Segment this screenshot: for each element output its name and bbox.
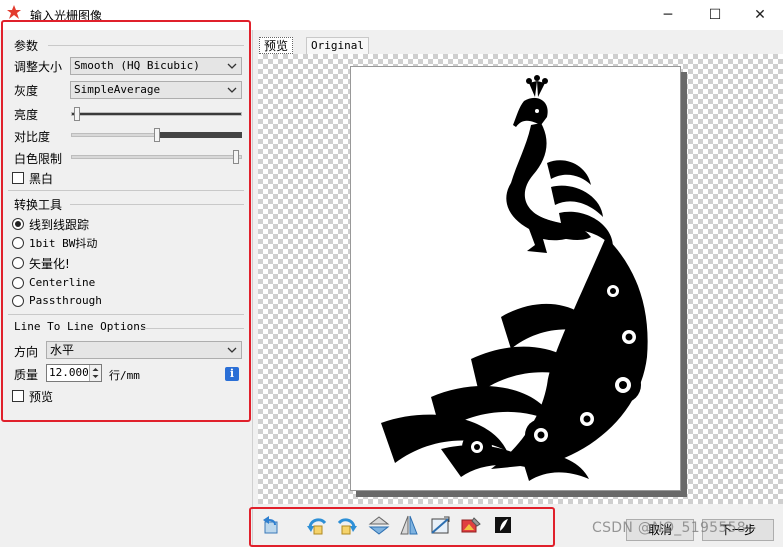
radio-centerline-label: Centerline <box>29 276 96 289</box>
brightness-slider[interactable] <box>71 107 242 121</box>
quality-value: 12.000 <box>49 366 89 379</box>
panel-divider <box>252 30 253 547</box>
title-bar: 输入光栅图像 ─ ☐ ✕ <box>0 0 783 30</box>
params-group-line <box>48 45 244 46</box>
invert-button[interactable] <box>490 512 516 538</box>
preview-label: 预览 <box>29 390 54 404</box>
rotate-left-button[interactable] <box>304 512 330 538</box>
radio-vectorize-label: 矢量化! <box>29 257 70 271</box>
rotate-right-icon <box>337 518 357 535</box>
group-separator <box>8 190 244 191</box>
resize-select-value: Smooth (HQ Bicubic) <box>74 59 200 72</box>
reset-icon <box>263 516 278 534</box>
watermark: CSDN @NO_5195558 <box>592 520 747 536</box>
flip-vertical-icon <box>368 516 390 535</box>
direction-label: 方向 <box>14 345 39 359</box>
rotate-right-button[interactable] <box>334 512 360 538</box>
gray-label: 灰度 <box>14 84 39 98</box>
radio-centerline[interactable] <box>12 277 24 289</box>
stepper-up-down-icon <box>92 368 99 378</box>
gray-select[interactable]: SimpleAverage <box>70 81 242 99</box>
radio-passthrough[interactable] <box>12 295 24 307</box>
peacock-image <box>381 75 648 481</box>
tab-preview[interactable]: 预览 <box>259 37 294 54</box>
chevron-down-icon <box>227 87 237 93</box>
window-title: 输入光栅图像 <box>30 9 103 23</box>
maximize-button[interactable]: ☐ <box>692 0 738 30</box>
white-limit-label: 白色限制 <box>14 152 63 166</box>
quality-stepper[interactable]: 12.000 <box>46 364 102 382</box>
preview-page <box>350 66 681 491</box>
radio-line-to-line-label: 线到线跟踪 <box>29 218 90 232</box>
resize-select[interactable]: Smooth (HQ Bicubic) <box>70 57 242 75</box>
direction-select-value: 水平 <box>50 343 75 357</box>
radio-passthrough-label: Passthrough <box>29 294 102 307</box>
minimize-button[interactable]: ─ <box>645 0 691 30</box>
resize-label: 调整大小 <box>14 60 63 74</box>
quality-unit: 行/mm <box>109 369 140 382</box>
contrast-label: 对比度 <box>14 130 51 144</box>
slider-fill <box>157 132 242 138</box>
contrast-slider[interactable] <box>71 128 242 142</box>
flip-horizontal-icon <box>400 515 418 535</box>
brightness-label: 亮度 <box>14 108 39 122</box>
radio-1bit-dither[interactable] <box>12 237 24 249</box>
stepper-arrows[interactable] <box>89 365 101 381</box>
flip-vertical-button[interactable] <box>366 512 392 538</box>
params-group-title: 参数 <box>14 39 39 53</box>
preview-checkbox[interactable] <box>12 390 24 402</box>
sharpen-icon <box>461 517 481 533</box>
slider-thumb[interactable] <box>233 150 239 164</box>
close-button[interactable]: ✕ <box>737 0 783 30</box>
crop-icon <box>431 516 450 534</box>
slider-thumb[interactable] <box>74 107 80 121</box>
radio-vectorize[interactable] <box>12 257 24 269</box>
chevron-down-icon <box>227 63 237 69</box>
slider-track <box>71 112 242 116</box>
reset-button[interactable] <box>257 512 283 538</box>
radio-line-to-line[interactable] <box>12 218 24 230</box>
sharpen-button[interactable] <box>458 512 484 538</box>
rotate-left-icon <box>307 518 327 535</box>
bw-checkbox[interactable] <box>12 172 24 184</box>
group-separator <box>8 314 244 315</box>
info-icon[interactable]: i <box>225 367 239 381</box>
line-options-group-title: Line To Line Options <box>14 320 147 333</box>
line-options-group-line <box>140 328 244 329</box>
slider-thumb[interactable] <box>154 128 160 142</box>
white-limit-slider[interactable] <box>71 150 242 164</box>
convert-group-line <box>70 204 244 205</box>
crop-button[interactable] <box>427 512 453 538</box>
invert-icon <box>495 517 511 533</box>
convert-group-title: 转换工具 <box>14 198 63 212</box>
app-logo-icon <box>7 5 21 19</box>
bw-label: 黑白 <box>29 172 54 186</box>
quality-label: 质量 <box>14 368 39 382</box>
flip-horizontal-button[interactable] <box>396 512 422 538</box>
tab-original[interactable]: Original <box>306 37 369 54</box>
radio-1bit-dither-label: 1bit BW抖动 <box>29 237 98 250</box>
chevron-down-icon <box>227 347 237 353</box>
slider-track <box>71 155 242 159</box>
direction-select[interactable]: 水平 <box>46 341 242 359</box>
gray-select-value: SimpleAverage <box>74 83 161 96</box>
